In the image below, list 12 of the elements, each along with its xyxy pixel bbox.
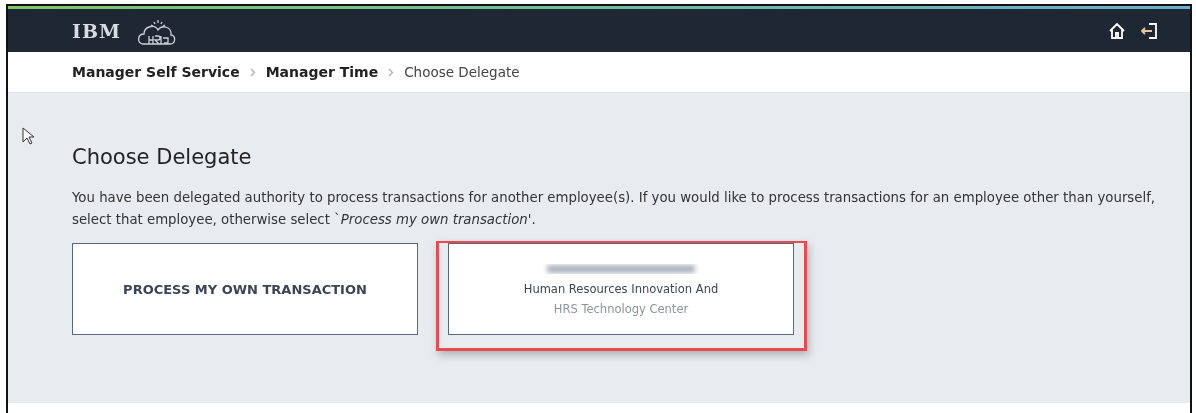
breadcrumb-link[interactable]: Manager Self Service — [72, 64, 240, 80]
breadcrumb-link[interactable]: Manager Time — [265, 64, 379, 80]
description-text: You have been delegated authority to process transactions for another employee(s). If you would like to process transactions for an employee other than yourself, select that employee, otherwise select `Process my own transaction'. — [72, 189, 1157, 229]
chevron-icon — [249, 67, 256, 77]
breadcrumb-current: Choose Delegate — [404, 64, 520, 80]
sign-out-icon[interactable] — [1140, 21, 1158, 40]
process-own-button[interactable]: PROCESS MY OWN TRANSACTION — [72, 243, 418, 335]
chevron-icon — [388, 67, 395, 77]
page-title: Choose Delegate — [72, 145, 253, 169]
home-icon[interactable] — [1108, 21, 1126, 40]
mouse-pointer-icon — [22, 127, 34, 145]
delegate-card[interactable]: Human Resources Innovation And HRS Technology Center — [448, 243, 794, 335]
